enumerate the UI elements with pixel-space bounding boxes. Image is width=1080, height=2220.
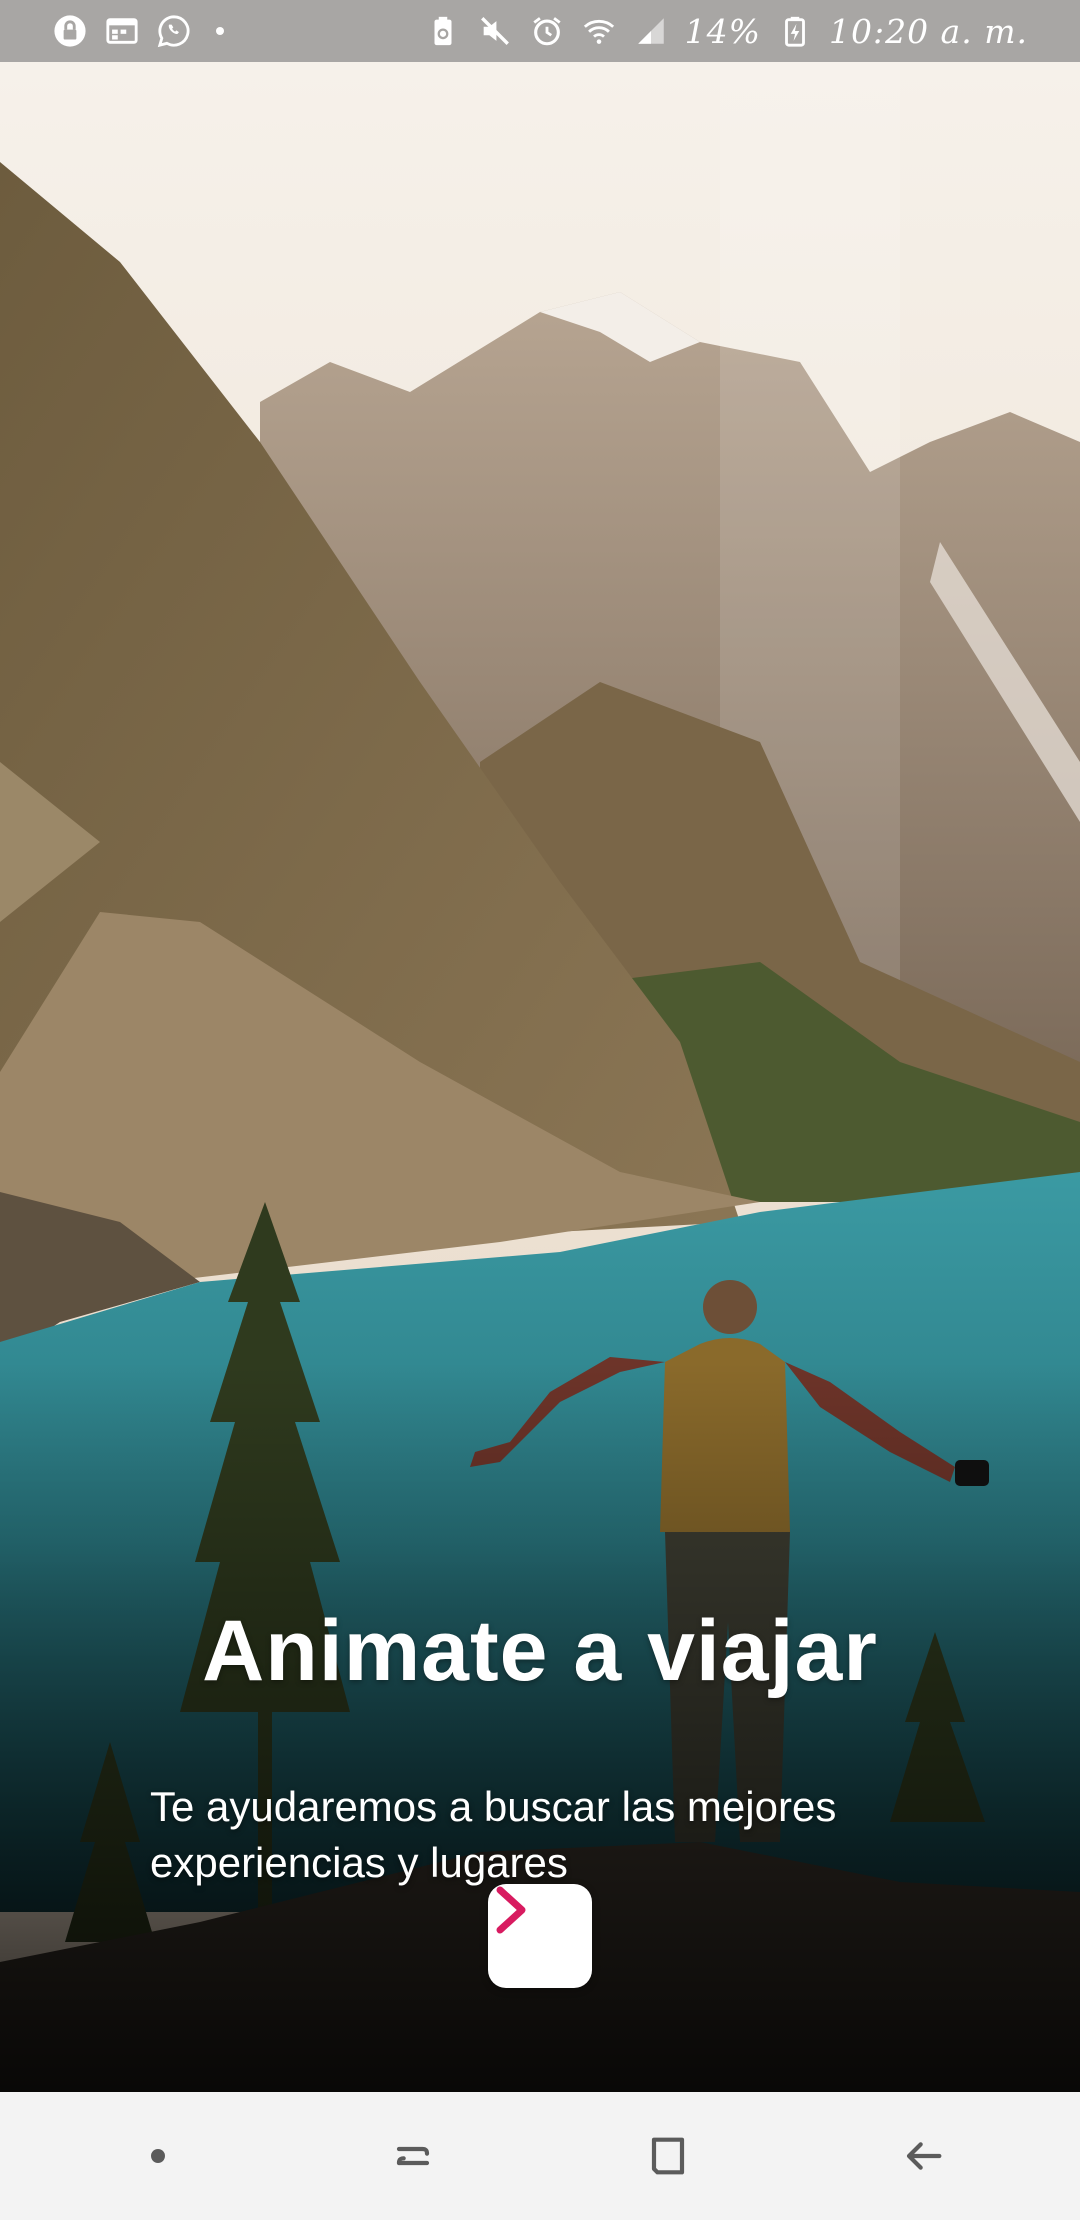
nav-dot-button[interactable] [113,2111,203,2201]
status-right-icons: 14% 10:20 a. m. [425,12,1028,51]
notification-dot-icon [216,27,224,35]
clock: 10:20 a. m. [828,11,1028,51]
recent-apps-button[interactable] [368,2111,458,2201]
mute-icon [477,13,513,49]
battery-charging-icon [777,13,813,49]
chevron-right-icon [496,1886,526,1934]
hero-background-image: Animate a viajar Te ayudaremos a buscar … [0,62,1080,2092]
alarm-icon [529,13,565,49]
system-navigation-bar [0,2092,1080,2220]
back-button[interactable] [878,2111,968,2201]
status-left-icons [52,13,224,49]
signal-icon [633,13,669,49]
recent-apps-icon [396,2146,429,2166]
page-title: Animate a viajar [202,1603,878,1699]
home-icon [651,2137,684,2175]
home-button[interactable] [623,2111,713,2201]
recycle-battery-icon [425,13,461,49]
next-button[interactable] [488,1884,592,1988]
status-bar: 14% 10:20 a. m. [0,0,1080,62]
battery-percent: 14% [684,11,761,51]
page-subtitle: Te ayudaremos a buscar las mejores exper… [150,1783,837,1886]
dot-icon [150,2149,165,2163]
wifi-icon [581,13,617,49]
calendar-icon [104,13,140,49]
whatsapp-icon [156,13,192,49]
back-icon [906,2142,941,2170]
lock-icon [52,13,88,49]
